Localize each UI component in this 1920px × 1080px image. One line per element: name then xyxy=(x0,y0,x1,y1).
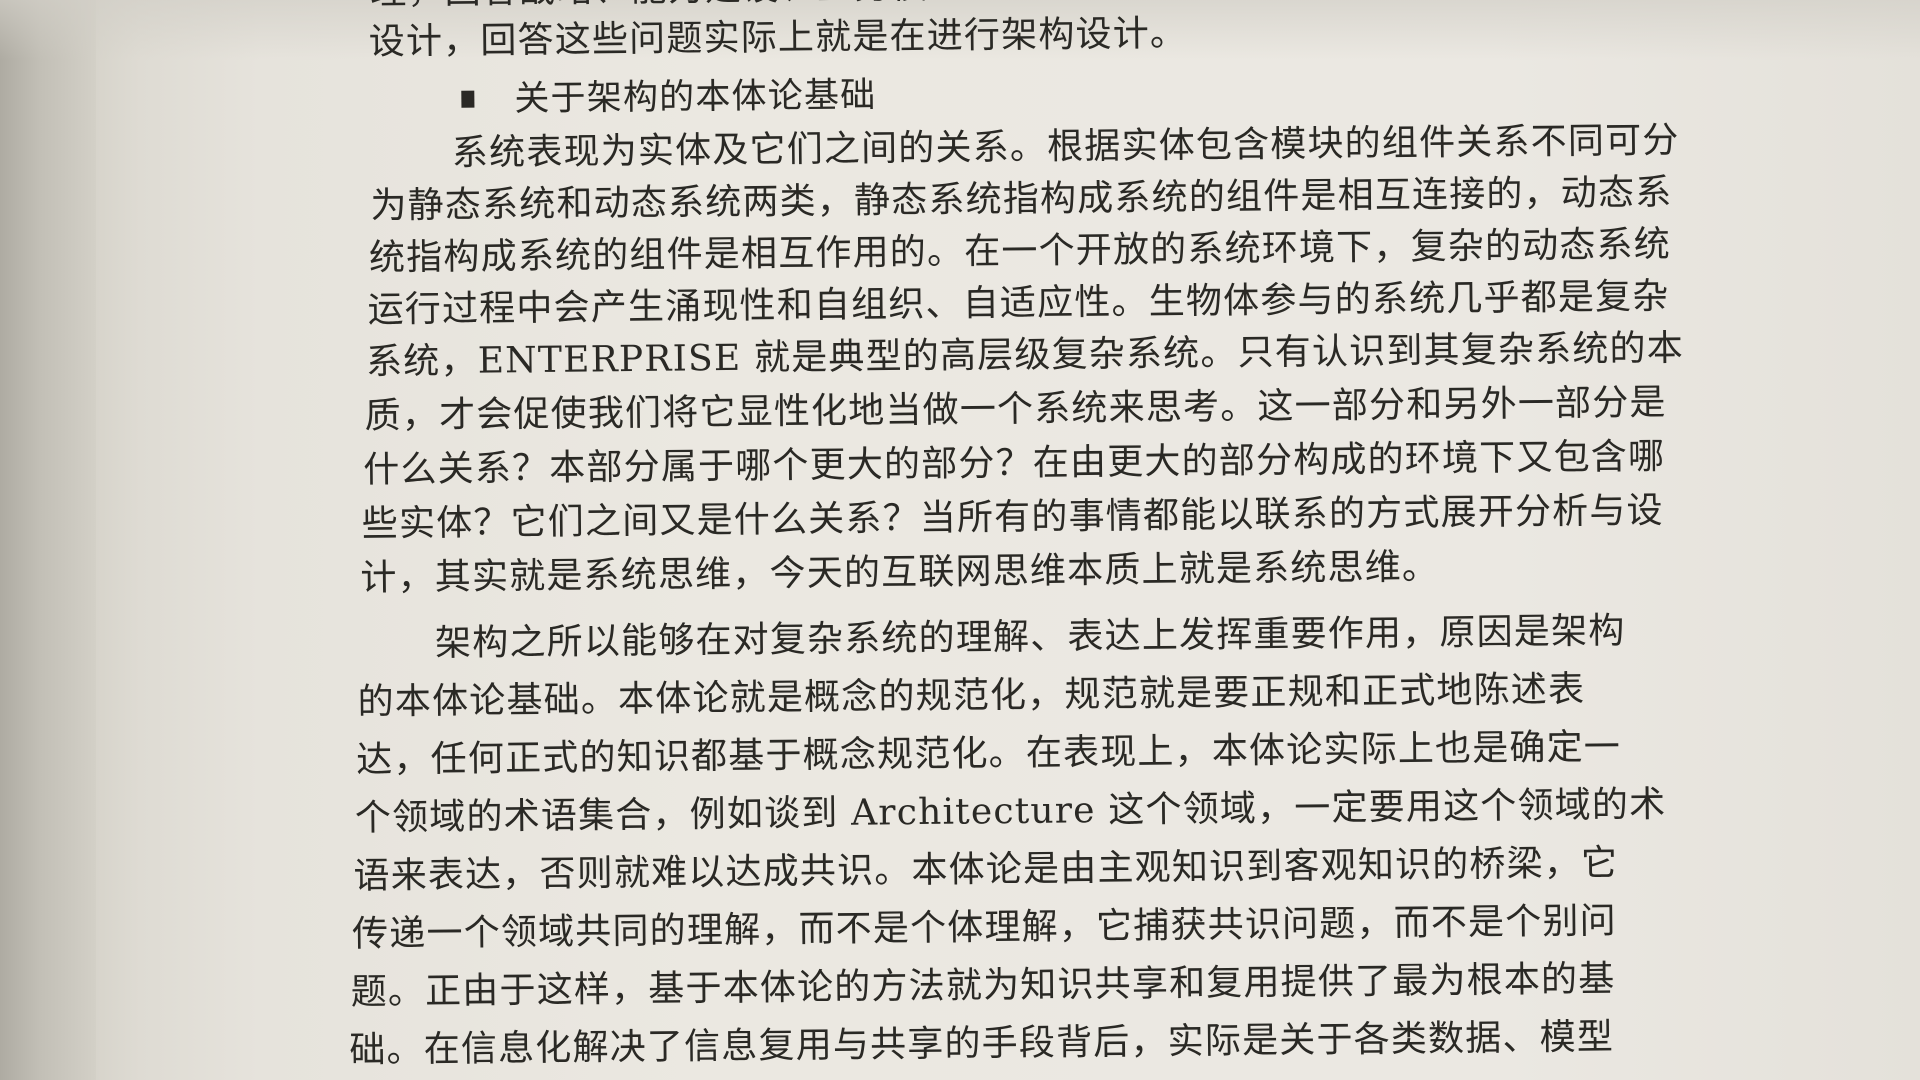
text-line-18: 题。正由于这样，基于本体论的方法就为知识共享和复用提供了最为根本的基 xyxy=(350,958,1616,1014)
text-line-9: 什么关系？本部分属于哪个更大的部分？在由更大的部分构成的环境下又包含哪 xyxy=(363,436,1666,491)
text-line-15: 个领域的术语集合，例如谈到 Architecture 这个领域，一定要用这个领域… xyxy=(354,784,1667,839)
book-gutter-shadow xyxy=(0,0,96,1080)
text-line-12: 架构之所以能够在对复杂系统的理解、表达上发挥重要作用，原因是架构 xyxy=(434,610,1626,665)
photographed-book-page: 理，回答战略、能力建设、业务模型的对准问题，也就是目前广泛进行的变革 设计，回答… xyxy=(0,0,1920,1080)
text-line-6: 运行过程中会产生涌现性和自组织、自适应性。生物体参与的系统几乎都是复杂 xyxy=(367,276,1670,331)
text-line-5: 统指构成系统的组件是相互作用的。在一个开放的系统环境下，复杂的动态系统 xyxy=(368,224,1672,279)
section-heading-text: 关于架构的本体论基础 xyxy=(514,75,877,120)
text-line-11: 计，其实就是系统思维，今天的互联网思维本质上就是系统思维。 xyxy=(360,546,1440,599)
text-line-19: 础。在信息化解决了信息复用与共享的手段背后，实际是关于各类数据、模型 xyxy=(349,1016,1615,1072)
text-line-8: 质，才会促使我们将它显性化地当做一个系统来思考。这一部分和另外一部分是 xyxy=(364,382,1667,437)
section-heading: 关于架构的本体论基础 xyxy=(461,71,877,123)
text-line-10: 些实体？它们之间又是什么关系？当所有的事情都能以联系的方式展开分析与设 xyxy=(361,490,1664,545)
text-line-14: 达，任何正式的知识都基于概念规范化。在表现上，本体论实际上也是确定一 xyxy=(356,726,1622,781)
text-line-7: 系统，ENTERPRISE 就是典型的高层级复杂系统。只有认识到其复杂系统的本 xyxy=(365,328,1685,383)
text-line-3: 系统表现为实体及它们之间的关系。根据实体包含模块的组件关系不同可分 xyxy=(451,120,1680,174)
text-line-2: 设计，回答这些问题实际上就是在进行架构设计。 xyxy=(368,13,1188,63)
square-bullet-icon xyxy=(461,90,475,108)
text-line-17: 传递一个领域共同的理解，而不是个体理解，它捕获共识问题，而不是个别问 xyxy=(351,900,1618,955)
text-line-16: 语来表达，否则就难以达成共识。本体论是由主观知识到客观知识的桥梁，它 xyxy=(353,842,1619,897)
text-line-13: 的本体论基础。本体论就是概念的规范化，规范就是要正规和正式地陈述表 xyxy=(357,669,1586,723)
text-line-4: 为静态系统和动态系统两类，静态系统指构成系统的组件是相互连接的，动态系 xyxy=(370,172,1673,227)
